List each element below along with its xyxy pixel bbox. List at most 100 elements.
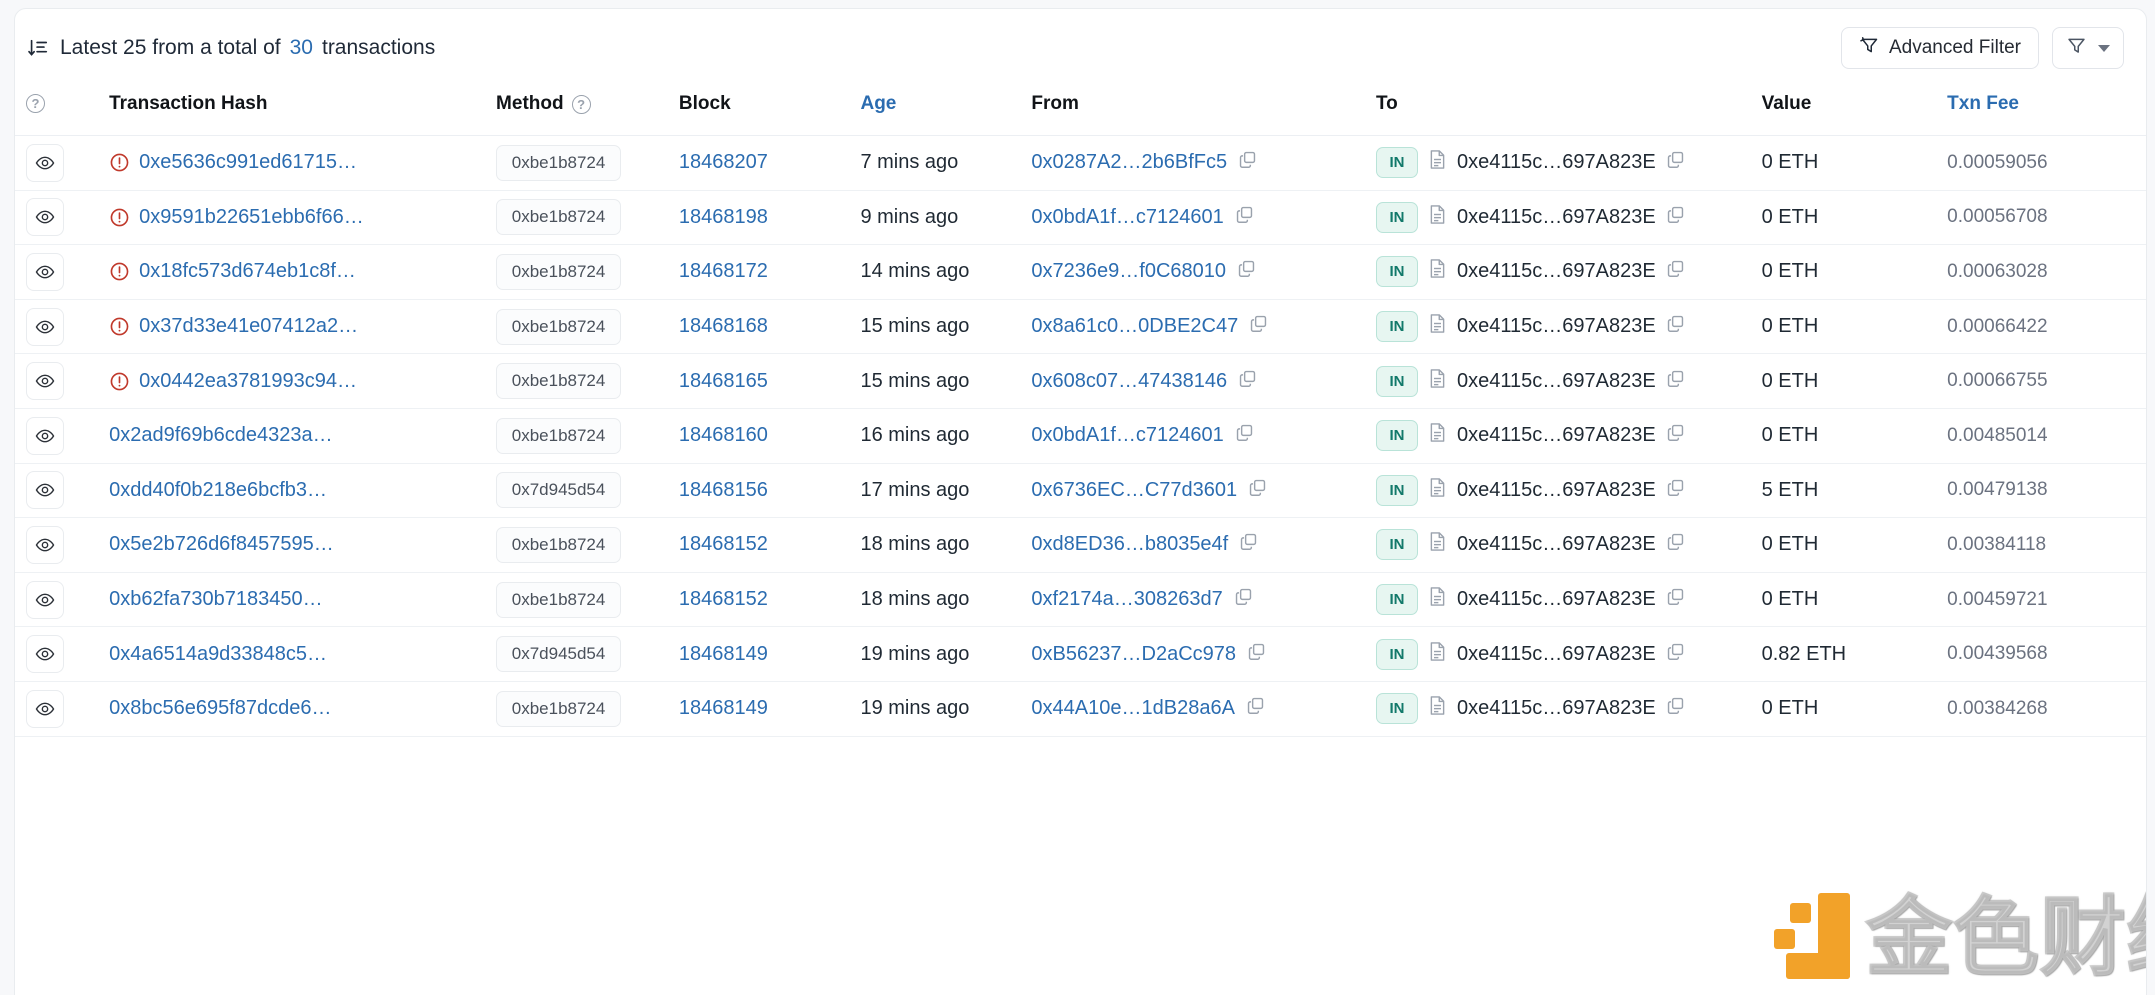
block-link[interactable]: 18468168 [679,315,768,337]
copy-icon[interactable] [1666,423,1685,448]
copy-icon[interactable] [1666,478,1685,503]
method-badge[interactable]: 0xbe1b8724 [496,526,622,563]
copy-icon[interactable] [1666,314,1685,339]
from-address-link[interactable]: 0x6736EC…C77d3601 [1031,479,1237,502]
copy-icon[interactable] [1666,150,1685,175]
block-link[interactable]: 18468172 [679,260,768,282]
transaction-hash-link[interactable]: 0x2ad9f69b6cde4323a… [109,424,333,447]
block-link[interactable]: 18468198 [679,206,768,228]
preview-transaction-button[interactable] [26,198,64,237]
from-address-link[interactable]: 0xf2174a…308263d7 [1031,588,1222,611]
block-link[interactable]: 18468160 [679,424,768,446]
copy-icon[interactable] [1666,259,1685,284]
cell-preview [15,572,110,628]
to-address[interactable]: 0xe4115c…697A823E [1457,260,1656,283]
copy-icon[interactable] [1666,369,1685,394]
transaction-hash-link[interactable]: 0xe5636c991ed61715… [139,151,357,174]
copy-icon[interactable] [1249,314,1268,339]
transaction-hash-link[interactable]: 0x0442ea3781993c94… [139,370,357,393]
copy-icon[interactable] [1666,532,1685,557]
preview-transaction-button[interactable] [26,689,64,728]
copy-icon[interactable] [1238,369,1257,394]
method-badge[interactable]: 0xbe1b8724 [496,690,622,727]
transaction-hash-link[interactable]: 0x37d33e41e07412a2… [139,315,358,338]
col-txn-fee[interactable]: Txn Fee [1947,87,2146,136]
copy-icon[interactable] [1666,587,1685,612]
copy-icon[interactable] [1235,205,1254,230]
method-badge[interactable]: 0xbe1b8724 [496,417,622,454]
preview-transaction-button[interactable] [26,580,64,619]
total-transactions-link[interactable]: 30 [290,36,313,60]
to-address[interactable]: 0xe4115c…697A823E [1457,370,1656,393]
transaction-hash-link[interactable]: 0xb62fa730b7183450… [109,588,323,611]
transaction-hash-link[interactable]: 0x18fc573d674eb1c8f… [139,260,356,283]
help-circle-icon[interactable]: ? [26,94,45,114]
direction-badge: IN [1375,365,1418,397]
block-link[interactable]: 18468165 [679,370,768,392]
from-address-link[interactable]: 0xB56237…D2aCc978 [1031,643,1236,666]
preview-transaction-button[interactable] [26,471,64,510]
preview-transaction-button[interactable] [26,362,64,401]
col-age[interactable]: Age [860,87,1032,136]
block-link[interactable]: 18468149 [679,643,768,665]
filter-dropdown-button[interactable] [2052,27,2124,69]
copy-icon[interactable] [1666,205,1685,230]
copy-icon[interactable] [1246,696,1265,721]
from-address-link[interactable]: 0x7236e9…f0C68010 [1031,260,1226,283]
preview-transaction-button[interactable] [26,416,64,455]
preview-transaction-button[interactable] [26,635,64,674]
from-address-link[interactable]: 0x8a61c0…0DBE2C47 [1031,315,1238,338]
from-address-link[interactable]: 0x608c07…47438146 [1031,370,1227,393]
to-address[interactable]: 0xe4115c…697A823E [1457,479,1656,502]
copy-icon[interactable] [1237,259,1256,284]
transaction-hash-link[interactable]: 0xdd40f0b218e6bcfb3… [109,479,327,502]
copy-icon[interactable] [1234,587,1253,612]
copy-icon[interactable] [1666,696,1685,721]
block-link[interactable]: 18468149 [679,697,768,719]
to-address[interactable]: 0xe4115c…697A823E [1457,697,1656,720]
copy-icon[interactable] [1248,478,1267,503]
preview-transaction-button[interactable] [26,525,64,564]
preview-transaction-button[interactable] [26,143,64,182]
transaction-hash-link[interactable]: 0x4a6514a9d33848c5… [109,643,327,666]
cell-value: 0 ETH [1761,299,1948,355]
method-badge[interactable]: 0xbe1b8724 [496,581,622,618]
transaction-hash-link[interactable]: 0x8bc56e695f87dcde6… [109,697,331,720]
to-address[interactable]: 0xe4115c…697A823E [1457,151,1656,174]
to-address[interactable]: 0xe4115c…697A823E [1457,588,1656,611]
copy-icon[interactable] [1235,423,1254,448]
block-link[interactable]: 18468156 [679,479,768,501]
copy-icon[interactable] [1238,150,1257,175]
block-link[interactable]: 18468152 [679,588,768,610]
table-body: 0xe5636c991ed61715… 0xbe1b8724 18468207 7 m… [15,135,2146,737]
method-badge[interactable]: 0xbe1b8724 [496,253,622,290]
transaction-hash-link[interactable]: 0x5e2b726d6f8457595… [109,533,334,556]
method-badge[interactable]: 0xbe1b8724 [496,363,622,400]
from-address-link[interactable]: 0xd8ED36…b8035e4f [1031,533,1228,556]
method-badge[interactable]: 0xbe1b8724 [496,308,622,345]
method-badge[interactable]: 0x7d945d54 [496,472,622,509]
from-address-link[interactable]: 0x0287A2…2b6BfFc5 [1031,151,1227,174]
from-address-link[interactable]: 0x0bdA1f…c7124601 [1031,424,1223,447]
advanced-filter-button[interactable]: Advanced Filter [1840,27,2039,69]
copy-icon[interactable] [1239,532,1258,557]
from-address-link[interactable]: 0x0bdA1f…c7124601 [1031,206,1223,229]
to-address[interactable]: 0xe4115c…697A823E [1457,424,1656,447]
copy-icon[interactable] [1247,642,1266,667]
to-address[interactable]: 0xe4115c…697A823E [1457,315,1656,338]
from-address-link[interactable]: 0x44A10e…1dB28a6A [1031,697,1235,720]
method-badge[interactable]: 0xbe1b8724 [496,144,622,181]
to-address[interactable]: 0xe4115c…697A823E [1457,206,1656,229]
transaction-hash-link[interactable]: 0x9591b22651ebb6f66… [139,206,364,229]
help-circle-icon[interactable]: ? [571,94,591,114]
copy-icon[interactable] [1666,642,1685,667]
cell-from: 0x0bdA1f…c7124601 [1031,190,1376,246]
method-badge[interactable]: 0xbe1b8724 [496,199,622,236]
preview-transaction-button[interactable] [26,307,64,346]
preview-transaction-button[interactable] [26,252,64,291]
block-link[interactable]: 18468152 [679,533,768,555]
method-badge[interactable]: 0x7d945d54 [496,636,622,673]
to-address[interactable]: 0xe4115c…697A823E [1457,533,1656,556]
to-address[interactable]: 0xe4115c…697A823E [1457,643,1656,666]
block-link[interactable]: 18468207 [679,151,768,173]
